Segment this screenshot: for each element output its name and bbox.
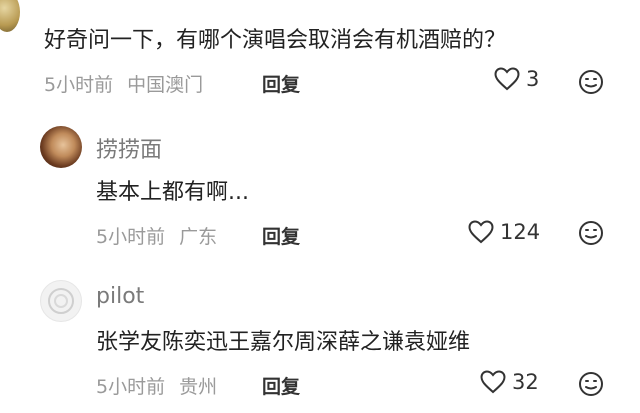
comment-location: 中国澳门 bbox=[127, 74, 204, 96]
heart-outline-icon bbox=[480, 370, 506, 394]
comment-location: 广东 bbox=[179, 226, 218, 248]
heart-outline-icon bbox=[494, 67, 520, 91]
comment-meta: 5小时前 贵州 bbox=[96, 372, 217, 399]
comment-meta: 5小时前 中国澳门 bbox=[44, 70, 203, 97]
avatar[interactable] bbox=[40, 126, 82, 168]
avatar-logo-icon bbox=[48, 288, 74, 314]
smiley-icon[interactable] bbox=[578, 371, 604, 397]
heart-outline-icon bbox=[468, 220, 494, 244]
comment-time: 5小时前 bbox=[44, 74, 114, 96]
avatar[interactable] bbox=[0, 0, 20, 32]
username[interactable]: 捞捞面 bbox=[96, 132, 162, 164]
comment-time: 5小时前 bbox=[96, 226, 166, 248]
like-button[interactable]: 124 bbox=[468, 220, 540, 244]
like-button[interactable]: 32 bbox=[480, 370, 539, 394]
comment-text: 基本上都有啊... bbox=[96, 180, 249, 205]
like-count: 3 bbox=[526, 67, 540, 91]
comment-meta: 5小时前 广东 bbox=[96, 222, 217, 249]
like-count: 32 bbox=[512, 370, 539, 394]
like-button[interactable]: 3 bbox=[494, 67, 539, 91]
comment-text: 好奇问一下，有哪个演唱会取消会有机酒赔的？ bbox=[44, 28, 507, 53]
smiley-icon[interactable] bbox=[578, 69, 604, 95]
avatar[interactable] bbox=[40, 280, 82, 322]
smiley-icon[interactable] bbox=[578, 220, 604, 246]
comment-text: 张学友陈奕迅王嘉尔周深薛之谦袁娅维 bbox=[96, 330, 471, 355]
reply-button[interactable]: 回复 bbox=[262, 70, 300, 97]
like-count: 124 bbox=[500, 220, 541, 244]
reply-button[interactable]: 回复 bbox=[262, 372, 300, 399]
reply-button[interactable]: 回复 bbox=[262, 222, 300, 249]
username[interactable]: pilot bbox=[96, 284, 144, 309]
comment-time: 5小时前 bbox=[96, 376, 166, 398]
comment-location: 贵州 bbox=[179, 376, 218, 398]
